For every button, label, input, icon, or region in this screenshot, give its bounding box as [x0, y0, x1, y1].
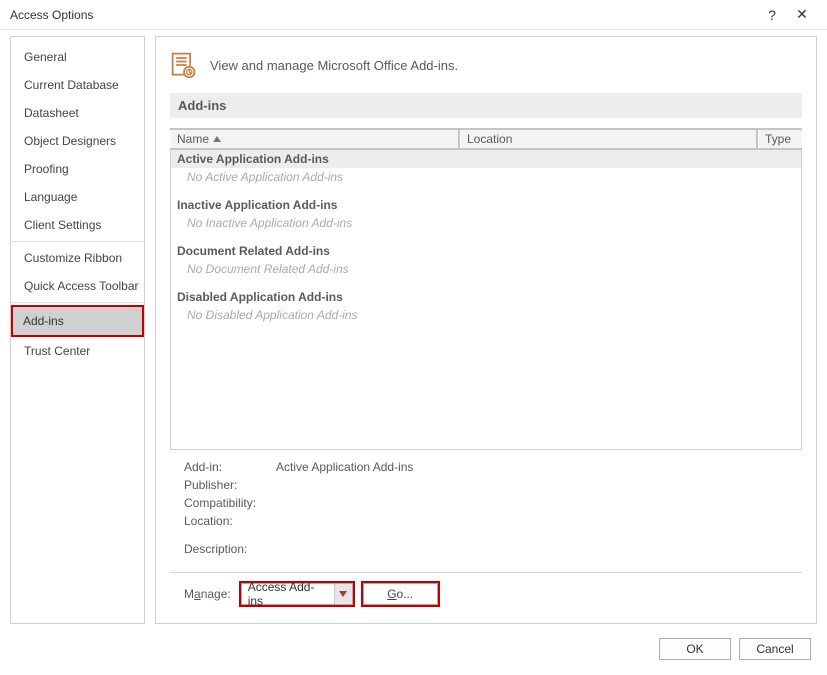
- detail-compatibility-value: [276, 494, 788, 512]
- cancel-button[interactable]: Cancel: [739, 638, 811, 660]
- detail-description-label: Description:: [184, 540, 276, 558]
- sidebar-item-general[interactable]: General: [11, 43, 144, 71]
- ok-button[interactable]: OK: [659, 638, 731, 660]
- detail-location-label: Location:: [184, 512, 276, 530]
- sidebar-item-datasheet[interactable]: Datasheet: [11, 99, 144, 127]
- sort-ascending-icon: [213, 136, 221, 142]
- column-header-location-label: Location: [467, 132, 512, 146]
- dialog-body: General Current Database Datasheet Objec…: [0, 30, 827, 630]
- addins-icon: [170, 51, 198, 79]
- sidebar-separator: [11, 302, 144, 303]
- detail-publisher-label: Publisher:: [184, 476, 276, 494]
- sidebar: General Current Database Datasheet Objec…: [10, 36, 145, 624]
- group-header: Disabled Application Add-ins: [171, 288, 801, 306]
- column-header-type-label: Type: [765, 132, 791, 146]
- addin-details: Add-in:Active Application Add-ins Publis…: [170, 450, 802, 558]
- close-icon[interactable]: ✕: [787, 0, 817, 30]
- sidebar-item-quick-access-toolbar[interactable]: Quick Access Toolbar: [11, 272, 144, 300]
- separator: [170, 572, 802, 573]
- section-heading: Add-ins: [170, 93, 802, 118]
- sidebar-item-trust-center[interactable]: Trust Center: [11, 337, 144, 365]
- sidebar-item-object-designers[interactable]: Object Designers: [11, 127, 144, 155]
- manage-bar: Manage: Access Add-ins Go...: [170, 583, 802, 609]
- content-pane: View and manage Microsoft Office Add-ins…: [155, 36, 817, 624]
- sidebar-separator: [11, 241, 144, 242]
- detail-compatibility-label: Compatibility:: [184, 494, 276, 512]
- column-header-type[interactable]: Type: [758, 130, 802, 148]
- detail-publisher-value: [276, 476, 788, 494]
- manage-dropdown[interactable]: Access Add-ins: [241, 583, 353, 605]
- page-description: View and manage Microsoft Office Add-ins…: [210, 58, 458, 73]
- page-description-row: View and manage Microsoft Office Add-ins…: [170, 51, 802, 93]
- group-empty-text: No Inactive Application Add-ins: [171, 214, 801, 232]
- sidebar-item-customize-ribbon[interactable]: Customize Ribbon: [11, 244, 144, 272]
- group-empty-text: No Disabled Application Add-ins: [171, 306, 801, 324]
- sidebar-item-proofing[interactable]: Proofing: [11, 155, 144, 183]
- addins-list[interactable]: Active Application Add-ins No Active App…: [170, 150, 802, 450]
- column-header-name[interactable]: Name: [170, 130, 460, 148]
- sidebar-item-current-database[interactable]: Current Database: [11, 71, 144, 99]
- go-button-label-rest: o...: [397, 587, 414, 601]
- detail-description-value: [276, 540, 788, 558]
- group-header: Document Related Add-ins: [171, 242, 801, 260]
- sidebar-item-client-settings[interactable]: Client Settings: [11, 211, 144, 239]
- group-header: Inactive Application Add-ins: [171, 196, 801, 214]
- column-header-location[interactable]: Location: [460, 130, 758, 148]
- manage-dropdown-value: Access Add-ins: [242, 580, 334, 608]
- detail-location-value: [276, 512, 788, 530]
- detail-addin-value: Active Application Add-ins: [276, 458, 788, 476]
- table-header: Name Location Type: [170, 128, 802, 150]
- help-icon[interactable]: ?: [757, 0, 787, 30]
- manage-label: Manage:: [184, 587, 231, 601]
- group-empty-text: No Document Related Add-ins: [171, 260, 801, 278]
- chevron-down-icon[interactable]: [334, 584, 352, 604]
- titlebar: Access Options ? ✕: [0, 0, 827, 30]
- detail-addin-label: Add-in:: [184, 458, 276, 476]
- sidebar-item-language[interactable]: Language: [11, 183, 144, 211]
- go-button[interactable]: Go...: [363, 583, 438, 605]
- dialog-footer: OK Cancel: [0, 630, 827, 668]
- sidebar-item-add-ins[interactable]: Add-ins: [11, 305, 144, 337]
- group-header: Active Application Add-ins: [171, 150, 801, 168]
- column-header-name-label: Name: [177, 132, 209, 146]
- go-button-label-u: G: [387, 587, 396, 601]
- group-empty-text: No Active Application Add-ins: [171, 168, 801, 186]
- window-title: Access Options: [10, 8, 757, 22]
